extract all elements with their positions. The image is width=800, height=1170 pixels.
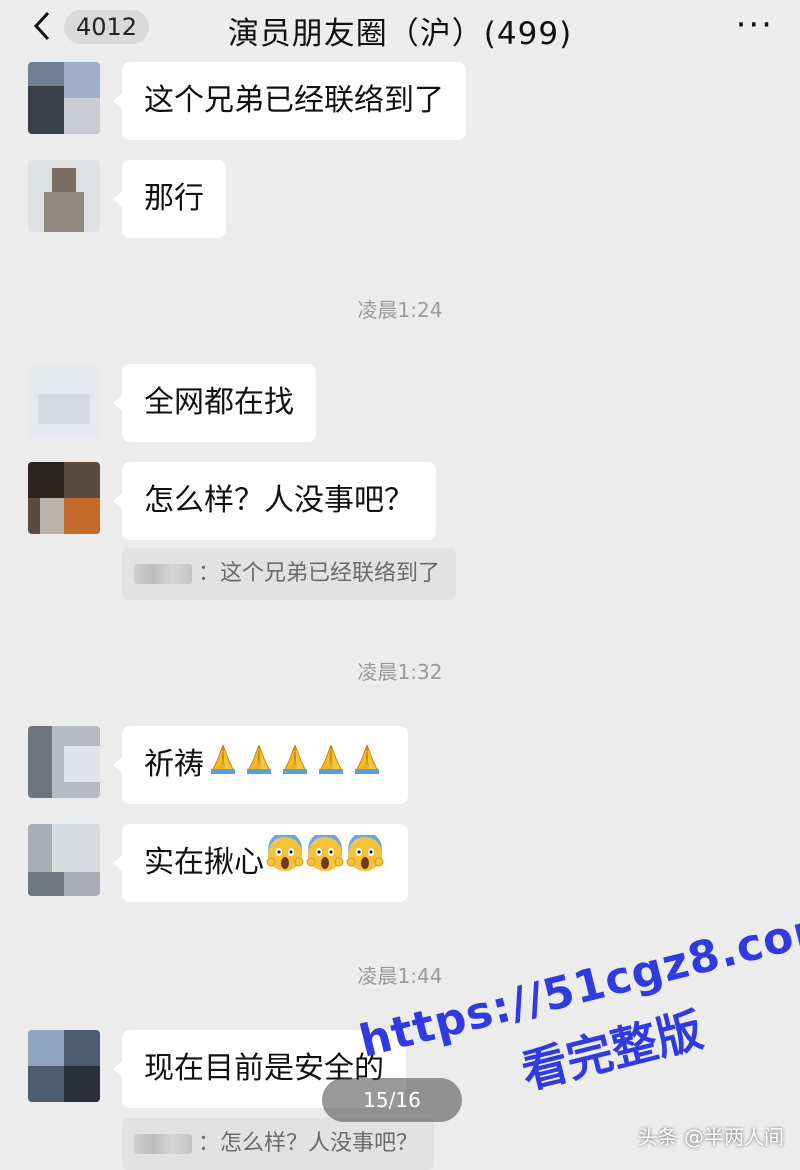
timestamp: 凌晨1:32 [357, 660, 443, 684]
blurred-name [134, 564, 192, 584]
timestamp: 凌晨1:24 [357, 298, 443, 322]
folded-hands-icon [206, 727, 386, 805]
message-bubble[interactable]: 实在揪心 [113, 824, 408, 903]
message-text: 祈祷 [144, 747, 204, 782]
message-bubble[interactable]: 全网都在找 [113, 364, 316, 442]
avatar[interactable] [28, 726, 100, 798]
message-bubble[interactable]: 祈祷 [113, 726, 408, 805]
more-options-icon[interactable]: ··· [736, 8, 774, 42]
message-bubble[interactable]: 那行 [113, 160, 226, 238]
quoted-reply[interactable]: ：这个兄弟已经联络到了 [122, 548, 457, 600]
avatar[interactable] [28, 160, 100, 232]
blurred-name [134, 1134, 192, 1154]
quoted-text: ：这个兄弟已经联络到了 [198, 561, 441, 586]
avatar[interactable] [28, 366, 100, 438]
watermark: https://51cgz8.com 看完整版 [340, 849, 800, 1154]
avatar[interactable] [28, 62, 100, 134]
source-tag: 头条 @半两人间 [637, 1125, 784, 1149]
chat-title: 演员朋友圈（沪）(499) [227, 16, 573, 52]
avatar[interactable] [28, 1030, 100, 1102]
screaming-face-icon [266, 825, 386, 903]
message-text: 实在揪心 [144, 845, 264, 880]
message-bubble[interactable]: 怎么样？人没事吧？ [113, 462, 436, 540]
message-bubble[interactable]: 这个兄弟已经联络到了 [113, 62, 466, 140]
avatar[interactable] [28, 824, 100, 896]
avatar[interactable] [28, 462, 100, 534]
chat-header: 4012 演员朋友圈（沪）(499) ··· [0, 0, 800, 56]
